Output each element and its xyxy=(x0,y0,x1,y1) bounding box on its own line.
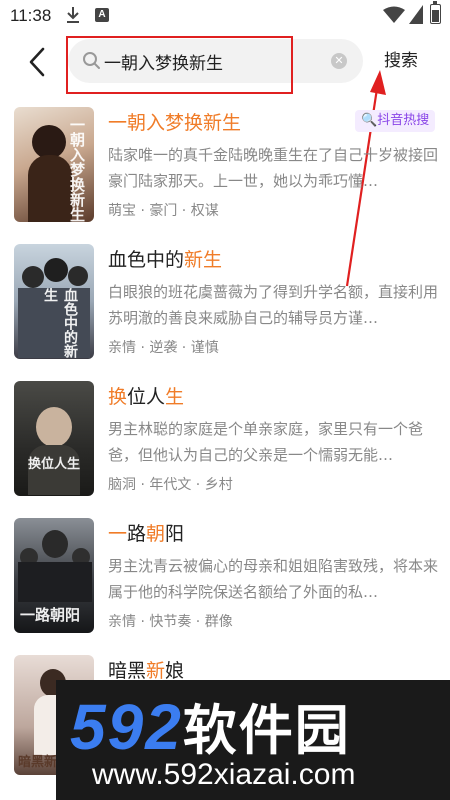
result-title: 血色中的新生 xyxy=(108,249,223,271)
result-title: 换位人生 xyxy=(108,386,185,408)
cover-title: 换位人生 xyxy=(28,457,81,472)
search-input[interactable] xyxy=(104,39,324,83)
signal-icon xyxy=(409,5,423,24)
result-tags: 脑洞 · 年代文 · 乡村 xyxy=(108,477,233,493)
search-icon xyxy=(83,52,100,69)
result-description: 陆家唯一的真千金陆晚晚重生在了自己十岁被接回豪门陆家那天。上一世，她以为乖巧懂… xyxy=(108,146,438,190)
cover-title: 一朝入梦换新生 xyxy=(68,117,86,222)
download-icon xyxy=(67,7,79,23)
cover-image: 一路朝阳 xyxy=(14,518,94,633)
result-description: 白眼狼的班花虞蔷薇为了得到升学名额，直接利用苏明澈的善良来威胁自己的辅导员方谨… xyxy=(108,283,438,327)
cover-image: 血色中的新生 xyxy=(14,244,94,359)
status-bar: 11:38 A xyxy=(0,0,450,32)
list-item[interactable]: 血色中的新生 血色中的新生 白眼狼的班花虞蔷薇为了得到升学名额，直接利用苏明澈的… xyxy=(0,237,450,359)
result-tags: 萌宝 · 豪门 · 权谋 xyxy=(108,203,219,219)
status-time: 11:38 xyxy=(10,6,52,25)
result-title: 一路朝阳 xyxy=(108,523,185,545)
search-box[interactable]: ✕ xyxy=(68,39,363,83)
cover-image: 换位人生 xyxy=(14,381,94,496)
result-description: 男主沈青云被偏心的母亲和姐姐陷害致残，将本来属于他的科学院保送名额给了外面的私… xyxy=(108,557,438,601)
result-title: 暗黑新娘 xyxy=(108,660,185,682)
wifi-icon xyxy=(383,6,405,23)
watermark-logo: 592软件园 xyxy=(70,691,351,763)
cover-title: 一路朝阳 xyxy=(20,606,81,624)
cover-title: 血色中的新生 xyxy=(42,288,78,358)
battery-icon xyxy=(430,1,441,24)
list-item[interactable]: 换位人生 换位人生 男主林聪的家庭是个单亲家庭，家里只有一个爸爸，但他认为自己的… xyxy=(0,374,450,496)
result-tags: 亲情 · 快节奏 · 群像 xyxy=(108,614,233,630)
back-arrow-icon xyxy=(29,47,45,77)
watermark-banner: 592软件园 www.592xiazai.com xyxy=(56,680,450,800)
result-description: 男主林聪的家庭是个单亲家庭，家里只有一个爸爸，但他认为自己的父亲是一个懦弱无能… xyxy=(108,420,424,464)
hot-search-badge: 🔍抖音热搜 xyxy=(355,110,436,132)
result-title: 一朝入梦换新生 xyxy=(108,112,242,134)
list-item[interactable]: 一朝入梦换新生 一朝入梦换新生 🔍抖音热搜 陆家唯一的真千金陆晚晚重生在了自己十… xyxy=(0,100,450,222)
back-button[interactable] xyxy=(20,42,54,82)
clear-icon[interactable]: ✕ xyxy=(331,53,347,69)
result-tags: 亲情 · 逆袭 · 谨慎 xyxy=(108,340,219,356)
watermark-url: www.592xiazai.com xyxy=(92,758,356,791)
app-a-icon: A xyxy=(95,8,109,22)
list-item[interactable]: 一路朝阳 一路朝阳 男主沈青云被偏心的母亲和姐姐陷害致残，将本来属于他的科学院保… xyxy=(0,511,450,633)
cover-image: 一朝入梦换新生 xyxy=(14,107,94,222)
search-button[interactable]: 搜索 xyxy=(384,46,418,71)
